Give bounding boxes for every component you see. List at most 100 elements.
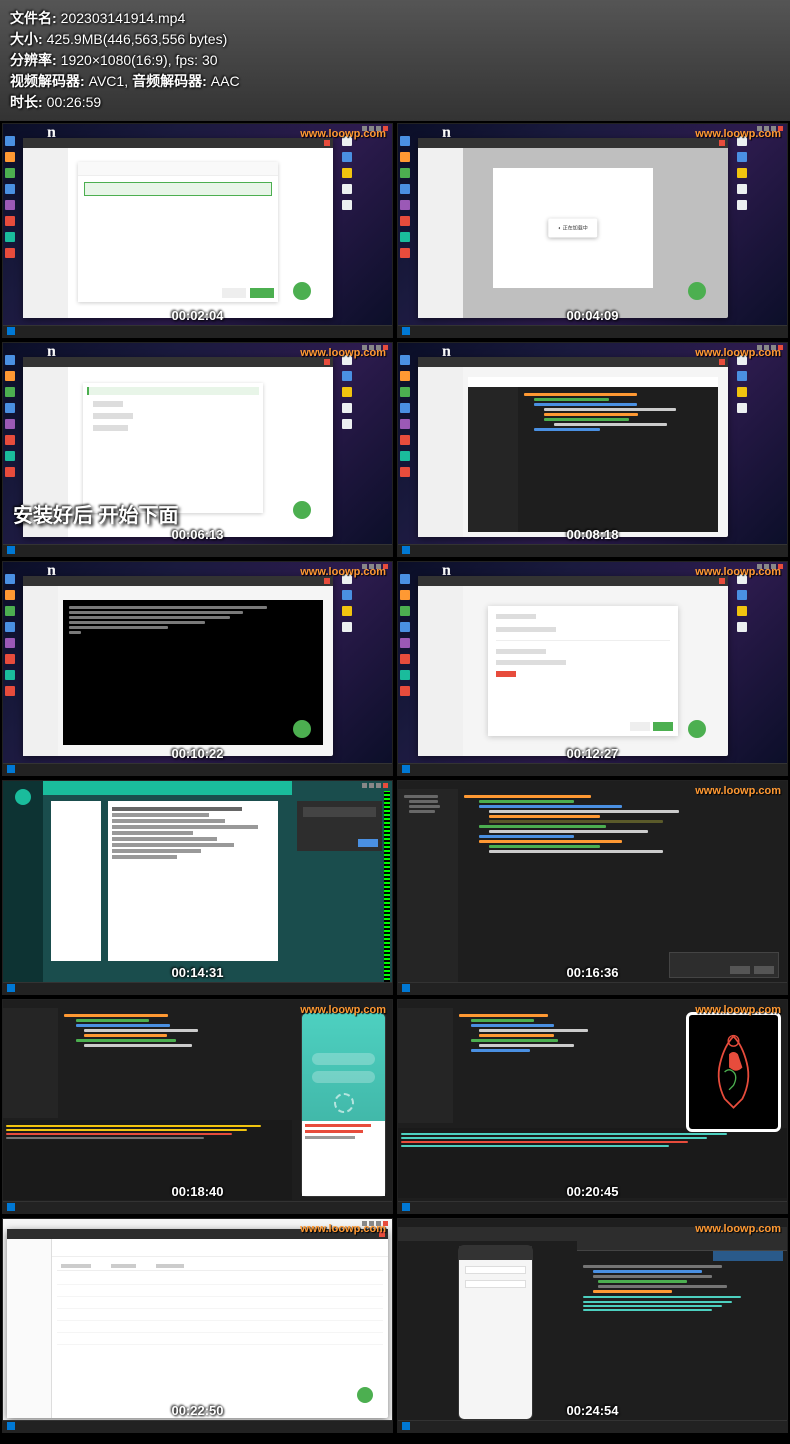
watermark: www.loowp.com bbox=[300, 1223, 386, 1235]
browser-window bbox=[418, 576, 728, 756]
video-codec-value: AVC1, bbox=[89, 71, 128, 92]
admin-panel bbox=[3, 781, 392, 994]
desktop-icons-right bbox=[737, 355, 747, 413]
filename-value: 202303141914.mp4 bbox=[61, 8, 186, 29]
duration-label: 时长: bbox=[10, 92, 43, 113]
resolution-value: 1920×1080(16:9), fps: 30 bbox=[61, 50, 218, 71]
terminal-window bbox=[63, 600, 323, 745]
ide-window bbox=[468, 377, 718, 532]
thumbnail[interactable]: 00:14:31 bbox=[2, 780, 393, 995]
dialog-panel bbox=[78, 162, 278, 302]
timestamp: 00:14:31 bbox=[171, 965, 223, 980]
fab-add-icon bbox=[357, 1387, 373, 1403]
thumbnail[interactable]: n www.loowp.com 00:0 bbox=[397, 342, 788, 557]
thumbnail-grid: n www.loowp.com 00:02:04 n bbox=[0, 121, 790, 1435]
desktop-icons-right bbox=[342, 136, 352, 210]
console-panel bbox=[3, 1120, 292, 1200]
form-dialog bbox=[488, 606, 678, 736]
watermark: www.loowp.com bbox=[300, 566, 386, 578]
browser-window: ◐ 正在加载中 bbox=[418, 138, 728, 318]
metadata-resolution: 分辨率: 1920×1080(16:9), fps: 30 bbox=[10, 50, 780, 71]
thumbnail[interactable]: www.loowp.com 00:16:36 bbox=[397, 780, 788, 995]
watermark: www.loowp.com bbox=[695, 785, 781, 797]
timestamp: 00:22:50 bbox=[171, 1403, 223, 1418]
timestamp: 00:06:13 bbox=[171, 527, 223, 542]
browser-window bbox=[23, 138, 333, 318]
fab-add-icon bbox=[688, 282, 706, 300]
metadata-codecs: 视频解码器: AVC1, 音频解码器: AAC bbox=[10, 71, 780, 92]
thumbnail[interactable]: www.loowp.com 00:20:45 bbox=[397, 999, 788, 1214]
timestamp: 00:02:04 bbox=[171, 308, 223, 323]
audio-codec-value: AAC bbox=[211, 71, 240, 92]
watermark: www.loowp.com bbox=[695, 566, 781, 578]
desktop-icons-left bbox=[400, 136, 410, 258]
fab-add-icon bbox=[293, 501, 311, 519]
desktop-icons-left bbox=[400, 355, 410, 477]
watermark: www.loowp.com bbox=[695, 1223, 781, 1235]
thumbnail[interactable]: n www.loowp.com 安装好后 开始下面 00:06:13 bbox=[2, 342, 393, 557]
devtools-panel bbox=[577, 1241, 787, 1422]
timestamp: 00:16:36 bbox=[566, 965, 618, 980]
thumbnail[interactable]: www.loowp.com 00:24:54 bbox=[397, 1218, 788, 1433]
timestamp: 00:18:40 bbox=[171, 1184, 223, 1199]
desktop-icons-right bbox=[342, 355, 352, 429]
watermark: www.loowp.com bbox=[695, 128, 781, 140]
loading-text: 正在加载中 bbox=[563, 226, 588, 232]
desktop-icons-left bbox=[5, 355, 15, 477]
figure-illustration bbox=[689, 1015, 778, 1129]
desktop-icons-left bbox=[5, 574, 15, 696]
desktop-icons-right bbox=[737, 136, 747, 210]
fab-add-icon bbox=[293, 720, 311, 738]
desktop-icons-left bbox=[400, 574, 410, 696]
timestamp: 00:04:09 bbox=[566, 308, 618, 323]
spinner-icon bbox=[334, 1093, 354, 1113]
size-label: 大小: bbox=[10, 29, 43, 50]
video-metadata-panel: 文件名: 202303141914.mp4 大小: 425.9MB(446,56… bbox=[0, 0, 790, 121]
resolution-label: 分辨率: bbox=[10, 50, 57, 71]
notification-toast bbox=[669, 952, 779, 978]
duration-value: 00:26:59 bbox=[47, 92, 102, 113]
desktop-icons-right bbox=[342, 574, 352, 632]
file-tree bbox=[398, 1008, 453, 1123]
browser-window bbox=[418, 357, 728, 537]
file-manager-window bbox=[7, 1229, 388, 1418]
file-tree bbox=[398, 789, 458, 984]
audio-codec-label: 音频解码器: bbox=[132, 71, 207, 92]
watermark: www.loowp.com bbox=[695, 347, 781, 359]
watermark: www.loowp.com bbox=[300, 347, 386, 359]
code-editor bbox=[453, 1008, 663, 1123]
browser-window bbox=[23, 576, 333, 756]
fab-add-icon bbox=[293, 282, 311, 300]
timestamp: 00:20:45 bbox=[566, 1184, 618, 1199]
phone-preview bbox=[458, 1245, 533, 1420]
watermark: www.loowp.com bbox=[695, 1004, 781, 1016]
watermark: www.loowp.com bbox=[300, 128, 386, 140]
phone-preview bbox=[301, 1012, 386, 1197]
timestamp: 00:08:18 bbox=[566, 527, 618, 542]
thumbnail[interactable]: n www.loowp.com 00:10:22 bbox=[2, 561, 393, 776]
video-codec-label: 视频解码器: bbox=[10, 71, 85, 92]
fab-add-icon bbox=[688, 720, 706, 738]
thumbnail[interactable]: www.loowp.com 00:22:50 bbox=[2, 1218, 393, 1433]
desktop-icons-right bbox=[737, 574, 747, 632]
timestamp: 00:12:27 bbox=[566, 746, 618, 761]
popup-panel bbox=[83, 383, 263, 513]
size-value: 425.9MB(446,563,556 bytes) bbox=[47, 29, 228, 50]
filename-label: 文件名: bbox=[10, 8, 57, 29]
file-tree bbox=[3, 1008, 58, 1118]
thumbnail[interactable]: n www.loowp.com 00:02:04 bbox=[2, 123, 393, 338]
desktop-icons-left bbox=[5, 136, 15, 258]
subtitle-caption: 安装好后 开始下面 bbox=[13, 499, 179, 528]
metadata-duration: 时长: 00:26:59 bbox=[10, 92, 780, 113]
watermark: www.loowp.com bbox=[300, 1004, 386, 1016]
timestamp: 00:24:54 bbox=[566, 1403, 618, 1418]
code-editor bbox=[58, 1008, 278, 1118]
timestamp: 00:10:22 bbox=[171, 746, 223, 761]
modal-panel: ◐ 正在加载中 bbox=[493, 168, 653, 288]
metadata-size: 大小: 425.9MB(446,563,556 bytes) bbox=[10, 29, 780, 50]
phone-preview bbox=[686, 1012, 781, 1132]
thumbnail[interactable]: www.loowp.com 00:18:40 bbox=[2, 999, 393, 1214]
thumbnail[interactable]: n ◐ 正在加载中 www.loowp.com 00:04:09 bbox=[397, 123, 788, 338]
thumbnail[interactable]: n www.loowp.com 00:12:27 bbox=[397, 561, 788, 776]
loading-indicator: ◐ 正在加载中 bbox=[548, 219, 597, 238]
